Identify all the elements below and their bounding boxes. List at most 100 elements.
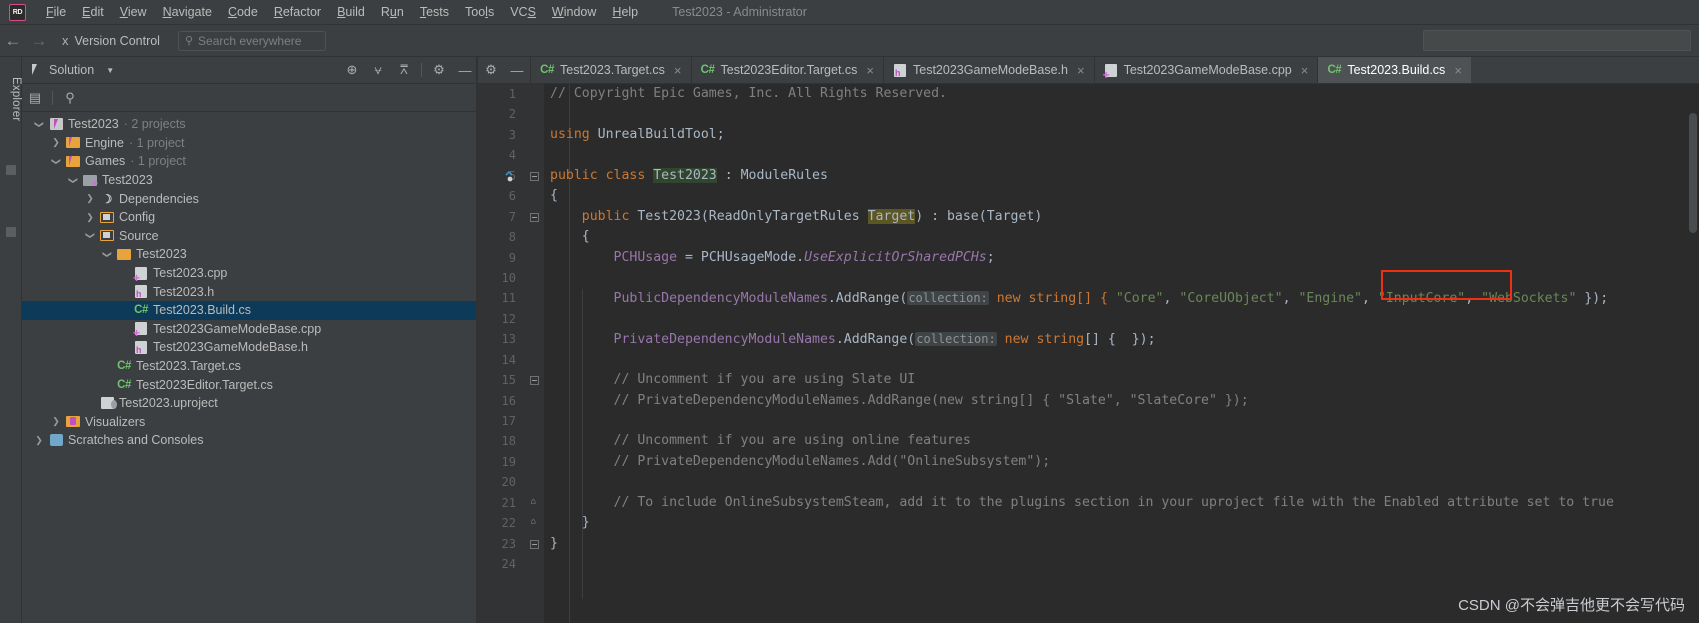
- tree-item[interactable]: C# Test2023Editor.Target.cs: [22, 375, 478, 394]
- explorer-header: Solution ▼ ⊕ ⩝ ⩞ ⚙ —: [22, 57, 478, 84]
- chevron-right-icon[interactable]: ❯: [47, 137, 65, 148]
- chevron-right-icon[interactable]: ❯: [81, 193, 99, 204]
- tree-item[interactable]: Test2023.uproject: [22, 394, 478, 413]
- tool-strip-square-1[interactable]: [6, 165, 16, 175]
- collapse-all-icon[interactable]: ⩞: [391, 57, 417, 84]
- editor-tab[interactable]: Test2023GameModeBase.h ×: [883, 57, 1094, 83]
- settings-gear-icon[interactable]: ⚙: [426, 57, 452, 84]
- expand-all-icon[interactable]: ⩝: [365, 57, 391, 84]
- arrow-left-icon[interactable]: ←: [0, 31, 26, 51]
- menu-item-file[interactable]: File: [38, 3, 74, 21]
- arrow-right-icon[interactable]: →: [26, 31, 52, 51]
- editor-tab[interactable]: Test2023GameModeBase.cpp ×: [1093, 57, 1318, 83]
- editor-tab-label: Test2023.Target.cs: [560, 63, 665, 77]
- search-everywhere-input[interactable]: ⚲ Search everywhere: [177, 30, 326, 51]
- settings-gear-icon[interactable]: ⚙: [478, 57, 504, 84]
- chevron-down-icon[interactable]: ❯: [51, 152, 62, 170]
- tree-item[interactable]: Test2023.h: [22, 282, 478, 301]
- class-marker-icon[interactable]: [504, 169, 518, 183]
- code-token: public: [550, 208, 638, 224]
- scrollbar-thumb[interactable]: [1689, 113, 1697, 233]
- tree-item[interactable]: ❯ Test2023: [22, 245, 478, 264]
- tree-item[interactable]: C# Test2023.Target.cs: [22, 357, 478, 376]
- code-line: {: [544, 186, 1699, 206]
- chevron-right-icon[interactable]: ❯: [47, 416, 65, 427]
- scope-filter-icon[interactable]: ▤: [22, 84, 48, 112]
- tree-item-meta: · 1 project: [130, 154, 186, 169]
- tree-item[interactable]: ❯ ☽ Dependencies: [22, 189, 478, 208]
- code-fold-toggle[interactable]: [530, 171, 539, 181]
- hide-panel-icon[interactable]: —: [452, 57, 478, 84]
- tree-item[interactable]: Test2023.cpp: [22, 264, 478, 283]
- fold-region-marker[interactable]: ⌂: [529, 518, 538, 527]
- editor-tab[interactable]: C# Test2023Editor.Target.cs ×: [690, 57, 883, 83]
- tree-item-label: Test2023GameModeBase.cpp: [153, 321, 322, 336]
- explorer-title: Solution: [49, 63, 95, 77]
- code-line: PCHUsage = PCHUsageMode.UseExplicitOrSha…: [544, 248, 1699, 268]
- toolbar-right-field[interactable]: [1423, 30, 1691, 51]
- menu-item-vcs[interactable]: VCS: [502, 3, 544, 21]
- menu-item-window[interactable]: Window: [544, 3, 604, 21]
- tree-item[interactable]: ❯ Source: [22, 227, 478, 246]
- close-icon[interactable]: ×: [866, 63, 874, 78]
- code-fold-toggle[interactable]: [530, 539, 539, 549]
- close-icon[interactable]: ×: [1454, 63, 1462, 78]
- code-fold-toggle[interactable]: [530, 376, 539, 386]
- menu-item-run[interactable]: Run: [373, 3, 412, 21]
- cpp-project-icon: [82, 173, 98, 189]
- chevron-down-icon[interactable]: ▼: [106, 66, 114, 75]
- tree-item[interactable]: ❯ Test2023: [22, 171, 478, 190]
- tree-item[interactable]: ❯ Engine · 1 project: [22, 134, 478, 153]
- menu-item-tools[interactable]: Tools: [457, 3, 502, 21]
- tree-item[interactable]: ❯ Games · 1 project: [22, 152, 478, 171]
- code-token: "InputCore": [1377, 291, 1466, 307]
- menu-item-code[interactable]: Code: [220, 3, 266, 21]
- code-fold-toggle[interactable]: [530, 212, 539, 222]
- fold-region-marker[interactable]: ⌂: [529, 497, 538, 507]
- editor-scrollbar[interactable]: [1687, 111, 1699, 623]
- tree-item[interactable]: C# Test2023.Build.cs: [22, 300, 478, 320]
- code-token: });: [1576, 291, 1609, 307]
- close-icon[interactable]: ×: [1077, 63, 1085, 78]
- code-token: }: [550, 535, 558, 551]
- chevron-down-icon[interactable]: ❯: [102, 245, 113, 263]
- chevron-down-icon[interactable]: ❯: [34, 115, 45, 133]
- code-line: }: [544, 534, 1699, 554]
- menu-item-help[interactable]: Help: [604, 3, 646, 21]
- chevron-right-icon[interactable]: ❯: [81, 212, 99, 223]
- code-token: : ModuleRules: [716, 167, 828, 183]
- code-token: // Uncomment if you are using Slate UI: [550, 372, 916, 388]
- line-number: 18: [501, 434, 516, 449]
- menu-item-refactor[interactable]: Refactor: [266, 3, 329, 21]
- chevron-down-icon[interactable]: ❯: [68, 171, 79, 189]
- tree-item-label: Test2023Editor.Target.cs: [136, 377, 273, 392]
- chevron-down-icon[interactable]: ❯: [85, 227, 96, 245]
- editor-tab-label: Test2023GameModeBase.cpp: [1123, 63, 1292, 77]
- tree-item[interactable]: ❯ Visualizers: [22, 413, 478, 432]
- code-token: [] { });: [1084, 332, 1156, 348]
- menu-item-navigate[interactable]: Navigate: [155, 3, 220, 21]
- tree-item[interactable]: Test2023GameModeBase.cpp: [22, 320, 478, 339]
- locate-icon[interactable]: ⊕: [339, 57, 365, 84]
- chevron-right-icon[interactable]: ❯: [30, 435, 48, 446]
- tree-item[interactable]: ❯ Test2023 · 2 projects: [22, 115, 478, 134]
- tree-item[interactable]: ❯ Scratches and Consoles: [22, 431, 478, 450]
- close-icon[interactable]: ×: [674, 63, 682, 78]
- version-control-button[interactable]: x Version Control: [62, 33, 160, 48]
- menu-item-view[interactable]: View: [112, 3, 155, 21]
- search-tree-icon[interactable]: ⚲: [57, 84, 83, 112]
- menu-item-build[interactable]: Build: [329, 3, 373, 21]
- menu-item-tests[interactable]: Tests: [412, 3, 457, 21]
- code-text[interactable]: // Copyright Epic Games, Inc. All Rights…: [544, 84, 1699, 623]
- explorer-tool-button[interactable]: Explorer: [0, 73, 22, 125]
- editor-tab[interactable]: C# Test2023.Target.cs ×: [530, 57, 691, 83]
- editor-tab[interactable]: C# Test2023.Build.cs ×: [1317, 57, 1471, 83]
- tool-strip-square-2[interactable]: [6, 227, 16, 237]
- hide-editor-icon[interactable]: —: [504, 57, 530, 84]
- menu-item-edit[interactable]: Edit: [74, 3, 112, 21]
- tree-item[interactable]: ❯ Config: [22, 208, 478, 227]
- close-icon[interactable]: ×: [1301, 63, 1309, 78]
- tree-item[interactable]: Test2023GameModeBase.h: [22, 338, 478, 357]
